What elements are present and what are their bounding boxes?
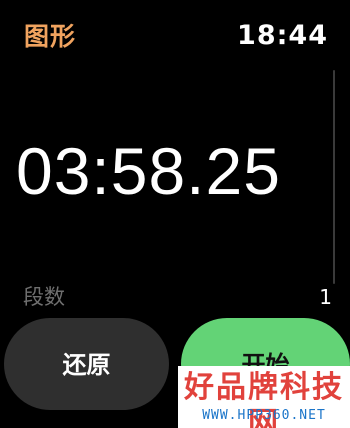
laps-label: 段数	[23, 285, 65, 309]
watermark: 好品牌科技网 WWW.HPP360.NET	[178, 366, 350, 428]
scroll-indicator	[333, 70, 335, 284]
watermark-url: WWW.HPP360.NET	[202, 408, 326, 423]
status-time: 18:44	[237, 20, 328, 51]
stopwatch-screen: 图形 18:44 03:58.25 段数 1 还原 开始 好品牌科技网 WWW.…	[0, 0, 350, 428]
elapsed-time: 03:58.25	[16, 134, 281, 208]
laps-count: 1	[319, 285, 332, 309]
reset-button-label: 还原	[62, 350, 111, 379]
app-title[interactable]: 图形	[24, 22, 76, 52]
reset-button[interactable]: 还原	[4, 318, 169, 410]
